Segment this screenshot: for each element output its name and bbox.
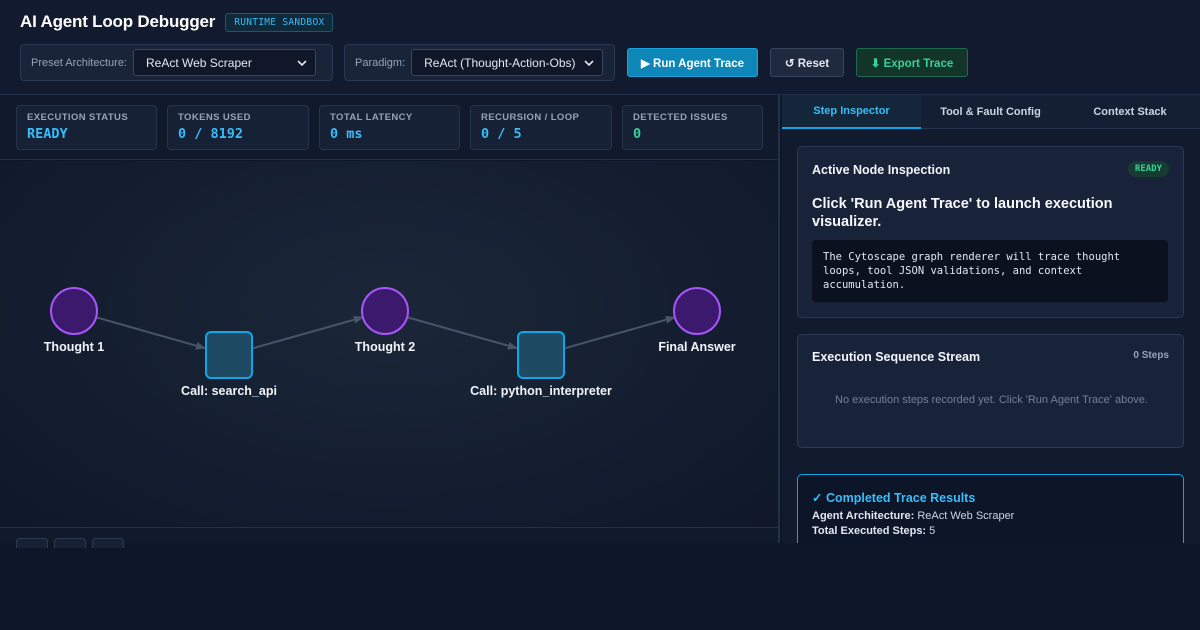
card-title: Active Node Inspection (812, 163, 951, 177)
metrics-bar: EXECUTION STATUS READY TOKENS USED 0 / 8… (0, 95, 778, 160)
zoom-in-button[interactable] (16, 538, 48, 548)
tab-context-stack[interactable]: Context Stack (1060, 95, 1200, 129)
fit-view-button[interactable] (92, 538, 124, 548)
status-badge: READY (1127, 161, 1169, 177)
steps-count: 0 Steps (1133, 350, 1169, 361)
result-key: Total Executed Steps: (812, 525, 927, 537)
empty-message: No execution steps recorded yet. Click '… (835, 394, 1148, 406)
inspector-code-box: The Cytoscape graph renderer will trace … (812, 240, 1168, 302)
inspector-message: Click 'Run Agent Trace' to launch execut… (812, 196, 1113, 230)
paradigm-value: ReAct (Thought-Action-Obs) (424, 55, 576, 70)
toolbar: Preset Architecture: ReAct Web Scraper P… (20, 44, 968, 81)
graph-controls-bar (0, 527, 778, 548)
graph-panel: EXECUTION STATUS READY TOKENS USED 0 / 8… (0, 95, 780, 548)
trace-results-card: ✓ Completed Trace Results Agent Architec… (797, 474, 1184, 543)
metric-total-latency: TOTAL LATENCY 0 ms (319, 105, 460, 150)
node-label: Thought 2 (355, 340, 415, 354)
metric-value: 0 (633, 126, 642, 142)
metric-value: 0 / 5 (481, 126, 522, 142)
result-architecture: Agent Architecture: ReAct Web Scraper (812, 510, 1169, 522)
preset-group: Preset Architecture: ReAct Web Scraper (20, 44, 333, 81)
metric-label: RECURSION / LOOP (481, 112, 580, 123)
tab-step-inspector[interactable]: Step Inspector (782, 95, 921, 129)
thought-node[interactable] (361, 287, 409, 335)
node-label: Final Answer (658, 340, 735, 354)
chevron-down-icon (297, 60, 307, 67)
node-label: Call: search_api (181, 384, 277, 398)
app-title: AI Agent Loop Debugger (20, 12, 216, 31)
sequence-card: Execution Sequence Stream 0 Steps No exe… (797, 334, 1184, 448)
tool-call-node[interactable] (517, 331, 565, 379)
graph-edge (252, 315, 364, 350)
thought-node[interactable] (673, 287, 721, 335)
tab-bar: Step Inspector Tool & Fault Config Conte… (782, 95, 1200, 129)
graph-edge (406, 316, 518, 350)
title-row: AI Agent Loop Debugger RUNTIME SANDBOX (20, 12, 334, 32)
result-steps: Total Executed Steps: 5 (812, 525, 1169, 537)
metric-label: DETECTED ISSUES (633, 112, 728, 123)
metric-label: TOTAL LATENCY (330, 112, 413, 123)
header: AI Agent Loop Debugger RUNTIME SANDBOX P… (0, 0, 1200, 95)
run-trace-button[interactable]: ▶ Run Agent Trace (627, 48, 758, 77)
paradigm-select[interactable]: ReAct (Thought-Action-Obs) (411, 49, 604, 76)
node-label: Call: python_interpreter (470, 384, 612, 398)
inspector-panel: Step Inspector Tool & Fault Config Conte… (782, 95, 1200, 543)
metric-value: READY (27, 126, 68, 142)
export-trace-button[interactable]: ⬇ Export Trace (856, 48, 968, 77)
metric-value: 0 ms (330, 126, 363, 142)
paradigm-label: Paradigm: (355, 56, 406, 69)
result-value: 5 (929, 525, 936, 537)
metric-value: 0 / 8192 (178, 126, 244, 142)
preset-value: ReAct Web Scraper (146, 55, 252, 70)
tab-tool-fault-config[interactable]: Tool & Fault Config (921, 95, 1060, 129)
zoom-out-button[interactable] (54, 538, 86, 548)
metric-recursion-loop: RECURSION / LOOP 0 / 5 (470, 105, 612, 150)
thought-node[interactable] (50, 287, 98, 335)
graph-canvas[interactable]: Thought 1 Call: search_api Thought 2 Call: … (0, 161, 778, 527)
preset-label: Preset Architecture: (31, 56, 127, 69)
trace-graph: Thought 1 Call: search_api Thought 2 Call: … (44, 287, 736, 398)
paradigm-group: Paradigm: ReAct (Thought-Action-Obs) (344, 44, 615, 81)
sandbox-badge: RUNTIME SANDBOX (225, 12, 334, 32)
metric-tokens-used: TOKENS USED 0 / 8192 (167, 105, 309, 150)
results-title: ✓ Completed Trace Results (812, 491, 976, 505)
app-root: AI Agent Loop Debugger RUNTIME SANDBOX P… (0, 0, 1200, 630)
metric-label: EXECUTION STATUS (27, 112, 129, 123)
tool-call-node[interactable] (205, 331, 253, 379)
card-title: Execution Sequence Stream (812, 350, 981, 364)
active-node-card: Active Node Inspection READY Click 'Run … (797, 146, 1184, 318)
result-key: Agent Architecture: (812, 510, 915, 522)
reset-button[interactable]: ↺ Reset (770, 48, 844, 77)
node-label: Thought 1 (44, 340, 104, 354)
metric-label: TOKENS USED (178, 112, 251, 123)
result-value: ReAct Web Scraper (917, 510, 1015, 522)
chevron-down-icon (584, 60, 594, 67)
preset-select[interactable]: ReAct Web Scraper (133, 49, 316, 76)
metric-execution-status: EXECUTION STATUS READY (16, 105, 157, 150)
metric-detected-issues: DETECTED ISSUES 0 (622, 105, 763, 150)
graph-edge (95, 316, 206, 350)
